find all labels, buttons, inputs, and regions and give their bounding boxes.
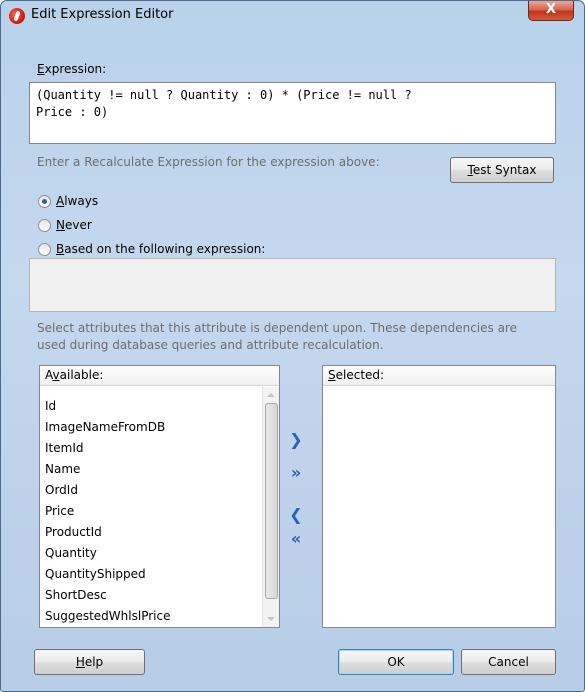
radio-always[interactable]: Always <box>38 193 238 211</box>
radio-always-label: Always <box>56 194 98 208</box>
radio-always-mnemonic: A <box>56 194 65 208</box>
list-item[interactable]: QuantityShipped <box>45 564 146 585</box>
list-item[interactable]: ImageNameFromDB <box>45 417 165 438</box>
scroll-up-arrow-icon[interactable] <box>267 393 275 397</box>
available-scrollbar[interactable] <box>262 387 279 627</box>
close-button[interactable]: X <box>528 1 574 21</box>
move-all-left-icon[interactable]: « <box>286 530 306 548</box>
list-item[interactable]: ItemId <box>45 438 83 459</box>
radio-based-on-mnemonic: B <box>56 242 65 256</box>
help-mnemonic: H <box>75 655 85 669</box>
scroll-thumb[interactable] <box>265 403 278 599</box>
dependencies-hint-line1: Select attributes that this attribute is… <box>37 321 517 335</box>
expression-label-text: xpression: <box>44 62 107 76</box>
scroll-down-arrow-icon[interactable] <box>267 617 275 621</box>
available-header: Available: <box>40 366 279 386</box>
window-title: Edit Expression Editor <box>31 7 174 22</box>
cancel-button[interactable]: Cancel <box>461 649 556 675</box>
selected-list[interactable]: Selected: <box>322 365 556 628</box>
list-item[interactable]: SuggestedWhlslPrice <box>45 606 170 627</box>
available-list[interactable]: Available: Id ImageNameFromDB ItemId Nam… <box>39 365 280 628</box>
recalc-expression-field <box>29 258 556 312</box>
selected-header: Selected: <box>323 366 555 386</box>
move-left-icon[interactable]: ❮ <box>286 506 306 524</box>
expression-label: Expression: <box>37 62 106 76</box>
radio-never-label: Never <box>56 218 92 232</box>
list-item[interactable]: ShortDesc <box>45 585 107 606</box>
available-header-text: ailable: <box>59 368 104 382</box>
list-item[interactable]: Quantity <box>45 543 97 564</box>
test-syntax-button[interactable]: Test Syntax <box>450 157 554 183</box>
available-header-a: A <box>45 368 53 382</box>
list-item[interactable]: Id <box>45 396 56 417</box>
expression-label-mnemonic: E <box>37 62 45 76</box>
title-bar[interactable]: Edit Expression Editor X <box>1 1 584 31</box>
selected-header-text: elected: <box>335 368 385 382</box>
radio-never[interactable]: Never <box>38 217 238 235</box>
list-item[interactable]: Price <box>45 501 74 522</box>
radio-based-on-indicator[interactable] <box>38 243 51 256</box>
help-button[interactable]: Help <box>34 649 145 675</box>
radio-based-on-expression[interactable]: Based on the following expression: <box>38 241 338 259</box>
ok-button[interactable]: OK <box>338 649 454 675</box>
expression-textarea[interactable]: (Quantity != null ? Quantity : 0) * (Pri… <box>29 82 556 144</box>
radio-never-indicator[interactable] <box>38 219 51 232</box>
radio-never-text: ever <box>64 218 92 232</box>
radio-always-indicator[interactable] <box>38 195 51 208</box>
help-label: elp <box>84 655 104 669</box>
selected-header-mnemonic: S <box>328 368 336 382</box>
list-item[interactable]: Name <box>45 459 80 480</box>
radio-always-text: lways <box>64 194 99 208</box>
radio-based-on-text: ased on the following expression: <box>64 242 266 256</box>
radio-based-on-label: Based on the following expression: <box>56 242 265 256</box>
test-syntax-label: est Syntax <box>472 163 537 177</box>
radio-never-mnemonic: N <box>56 218 65 232</box>
dependencies-hint-line2: used during database queries and attribu… <box>37 338 384 352</box>
recalc-hint: Enter a Recalculate Expression for the e… <box>37 155 380 169</box>
list-item[interactable]: ProductId <box>45 522 102 543</box>
available-header-mnemonic: v <box>52 368 60 382</box>
move-all-right-icon[interactable]: » <box>286 464 306 482</box>
oracle-app-icon <box>9 8 25 24</box>
move-right-icon[interactable]: ❯ <box>286 431 306 449</box>
list-item[interactable]: OrdId <box>45 480 78 501</box>
